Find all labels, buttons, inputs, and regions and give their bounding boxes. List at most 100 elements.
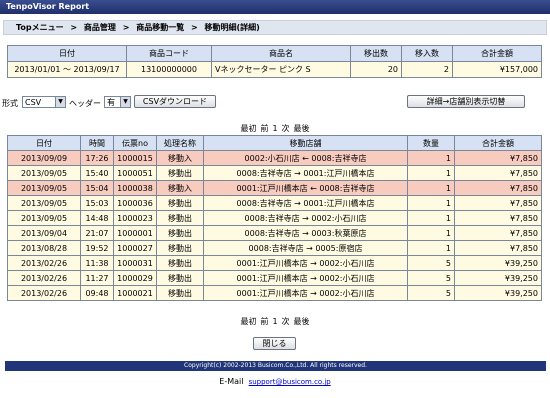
detail-header-row: 日付 時間 伝票no 処理名称 移動店舗 数量 合計金額 (7, 135, 542, 151)
pager-last[interactable]: 最後 (294, 124, 310, 133)
detail-header-date: 日付 (7, 135, 81, 151)
table-row: 2013/02/26 11:38 1000031 移動出 0001:江戸川橋本店 → 0… (7, 255, 542, 271)
detail-header-amount: 合計金額 (454, 135, 542, 151)
row-date: 2013/02/26 (7, 270, 81, 286)
detail-header-qty: 数量 (407, 135, 455, 151)
summary-table: 日付 商品コード 商品名 移出数 移入数 合計金額 2013/01/01 ～ 2… (7, 45, 542, 78)
row-process: 移動入 (156, 150, 204, 166)
format-select[interactable]: CSV ▼ (22, 96, 66, 108)
pager-prev[interactable]: 前 (260, 317, 268, 326)
row-slip: 1000001 (113, 225, 157, 241)
row-time: 21:07 (80, 225, 114, 241)
pager-page: 1 (272, 317, 278, 326)
row-slip: 1000031 (113, 255, 157, 271)
summary-header-row: 日付 商品コード 商品名 移出数 移入数 合計金額 (7, 45, 542, 62)
app-title-bar: TenpoVisor Report (0, 0, 550, 14)
email-label: E-Mail (219, 377, 244, 386)
row-slip: 1000023 (113, 210, 157, 226)
row-store: 0002:小石川店 ← 0008:吉祥寺店 (203, 150, 408, 166)
summary-header-name: 商品名 (211, 45, 351, 62)
summary-date: 2013/01/01 ～ 2013/09/17 (7, 61, 127, 78)
row-store: 0008:吉祥寺店 → 0003:秋葉原店 (203, 225, 408, 241)
detail-header-process: 処理名称 (156, 135, 204, 151)
header-select[interactable]: 有 ▼ (104, 96, 131, 108)
row-process: 移動出 (156, 210, 204, 226)
row-process: 移動出 (156, 285, 204, 301)
table-row: 2013/02/26 11:27 1000029 移動出 0001:江戸川橋本店 → 0… (7, 270, 542, 286)
breadcrumb-separator: > (70, 23, 78, 32)
close-button[interactable]: 閉じる (253, 337, 296, 350)
pager-page: 1 (272, 124, 278, 133)
row-time: 14:48 (80, 210, 114, 226)
summary-in: 2 (401, 61, 453, 78)
summary-header-date: 日付 (7, 45, 127, 62)
table-row: 2013/09/09 17:26 1000015 移動入 0002:小石川店 ← 000… (7, 150, 542, 166)
summary-header-in: 移入数 (401, 45, 453, 62)
row-amount: ¥7,850 (454, 150, 542, 166)
row-store: 0008:吉祥寺店 → 0001:江戸川橋本店 (203, 165, 408, 181)
contact-line: E-Mail support@busicom.co.jp (0, 377, 550, 386)
toolbar: 形式 CSV ▼ ヘッダー 有 ▼ CSVダウンロード 詳細→店舗別表示切替 (2, 95, 547, 111)
row-time: 11:38 (80, 255, 114, 271)
row-amount: ¥7,850 (454, 240, 542, 256)
row-qty: 1 (407, 225, 455, 241)
pager-last[interactable]: 最後 (294, 317, 310, 326)
row-qty: 1 (407, 195, 455, 211)
row-date: 2013/09/05 (7, 195, 81, 211)
row-qty: 1 (407, 165, 455, 181)
row-time: 15:04 (80, 180, 114, 196)
summary-name: Vネックセーター ピンク S (211, 61, 351, 78)
csv-download-button[interactable]: CSVダウンロード (134, 95, 216, 108)
summary-total: ¥157,000 (452, 61, 542, 78)
row-store: 0001:江戸川橋本店 → 0002:小石川店 (203, 270, 408, 286)
email-link[interactable]: support@busicom.co.jp (249, 378, 331, 386)
row-time: 09:48 (80, 285, 114, 301)
toggle-view-button[interactable]: 詳細→店舗別表示切替 (407, 95, 525, 108)
row-date: 2013/02/26 (7, 255, 81, 271)
summary-header-out: 移出数 (350, 45, 402, 62)
pager-first[interactable]: 最初 (240, 317, 256, 326)
row-amount: ¥39,250 (454, 255, 542, 271)
chevron-down-icon: ▼ (55, 97, 65, 107)
pager-prev[interactable]: 前 (260, 124, 268, 133)
breadcrumb-transfer-list[interactable]: 商品移動一覧 (136, 23, 184, 32)
breadcrumb-separator: > (122, 23, 130, 32)
row-amount: ¥7,850 (454, 210, 542, 226)
pager-next[interactable]: 次 (282, 317, 290, 326)
row-store: 0001:江戸川橋本店 → 0002:小石川店 (203, 285, 408, 301)
copyright-bar: Copyright(c) 2002-2013 Busicom.Co.,Ltd. … (5, 361, 546, 371)
pager-first[interactable]: 最初 (240, 124, 256, 133)
pager-bottom: 最初前 1 次最後 (0, 316, 550, 327)
row-store: 0008:吉祥寺店 → 0001:江戸川橋本店 (203, 195, 408, 211)
row-slip: 1000051 (113, 165, 157, 181)
row-process: 移動出 (156, 195, 204, 211)
detail-header-store: 移動店舗 (203, 135, 408, 151)
table-row: 2013/09/05 15:03 1000036 移動出 0008:吉祥寺店 → 000… (7, 195, 542, 211)
row-slip: 1000015 (113, 150, 157, 166)
detail-header-slip: 伝票no (113, 135, 157, 151)
row-amount: ¥7,850 (454, 195, 542, 211)
row-qty: 5 (407, 270, 455, 286)
row-slip: 1000027 (113, 240, 157, 256)
breadcrumb-top[interactable]: Topメニュー (16, 23, 64, 32)
summary-code: 13100000000 (126, 61, 212, 78)
row-process: 移動入 (156, 180, 204, 196)
row-slip: 1000021 (113, 285, 157, 301)
row-date: 2013/09/09 (7, 150, 81, 166)
detail-body: 2013/09/09 17:26 1000015 移動入 0002:小石川店 ← 000… (7, 150, 542, 301)
breadcrumb: Topメニュー > 商品管理 > 商品移動一覧 > 移動明細(詳細) (3, 20, 547, 35)
pager-next[interactable]: 次 (282, 124, 290, 133)
detail-header-time: 時間 (80, 135, 114, 151)
summary-out: 20 (350, 61, 402, 78)
row-date: 2013/02/26 (7, 285, 81, 301)
row-date: 2013/09/05 (7, 180, 81, 196)
breadcrumb-product-management[interactable]: 商品管理 (84, 23, 116, 32)
row-slip: 1000036 (113, 195, 157, 211)
row-process: 移動出 (156, 270, 204, 286)
row-qty: 1 (407, 180, 455, 196)
row-amount: ¥39,250 (454, 270, 542, 286)
pager-top: 最初前 1 次最後 (0, 123, 550, 134)
row-date: 2013/09/05 (7, 210, 81, 226)
table-row: 2013/09/05 15:40 1000051 移動出 0008:吉祥寺店 → 000… (7, 165, 542, 181)
row-process: 移動出 (156, 240, 204, 256)
